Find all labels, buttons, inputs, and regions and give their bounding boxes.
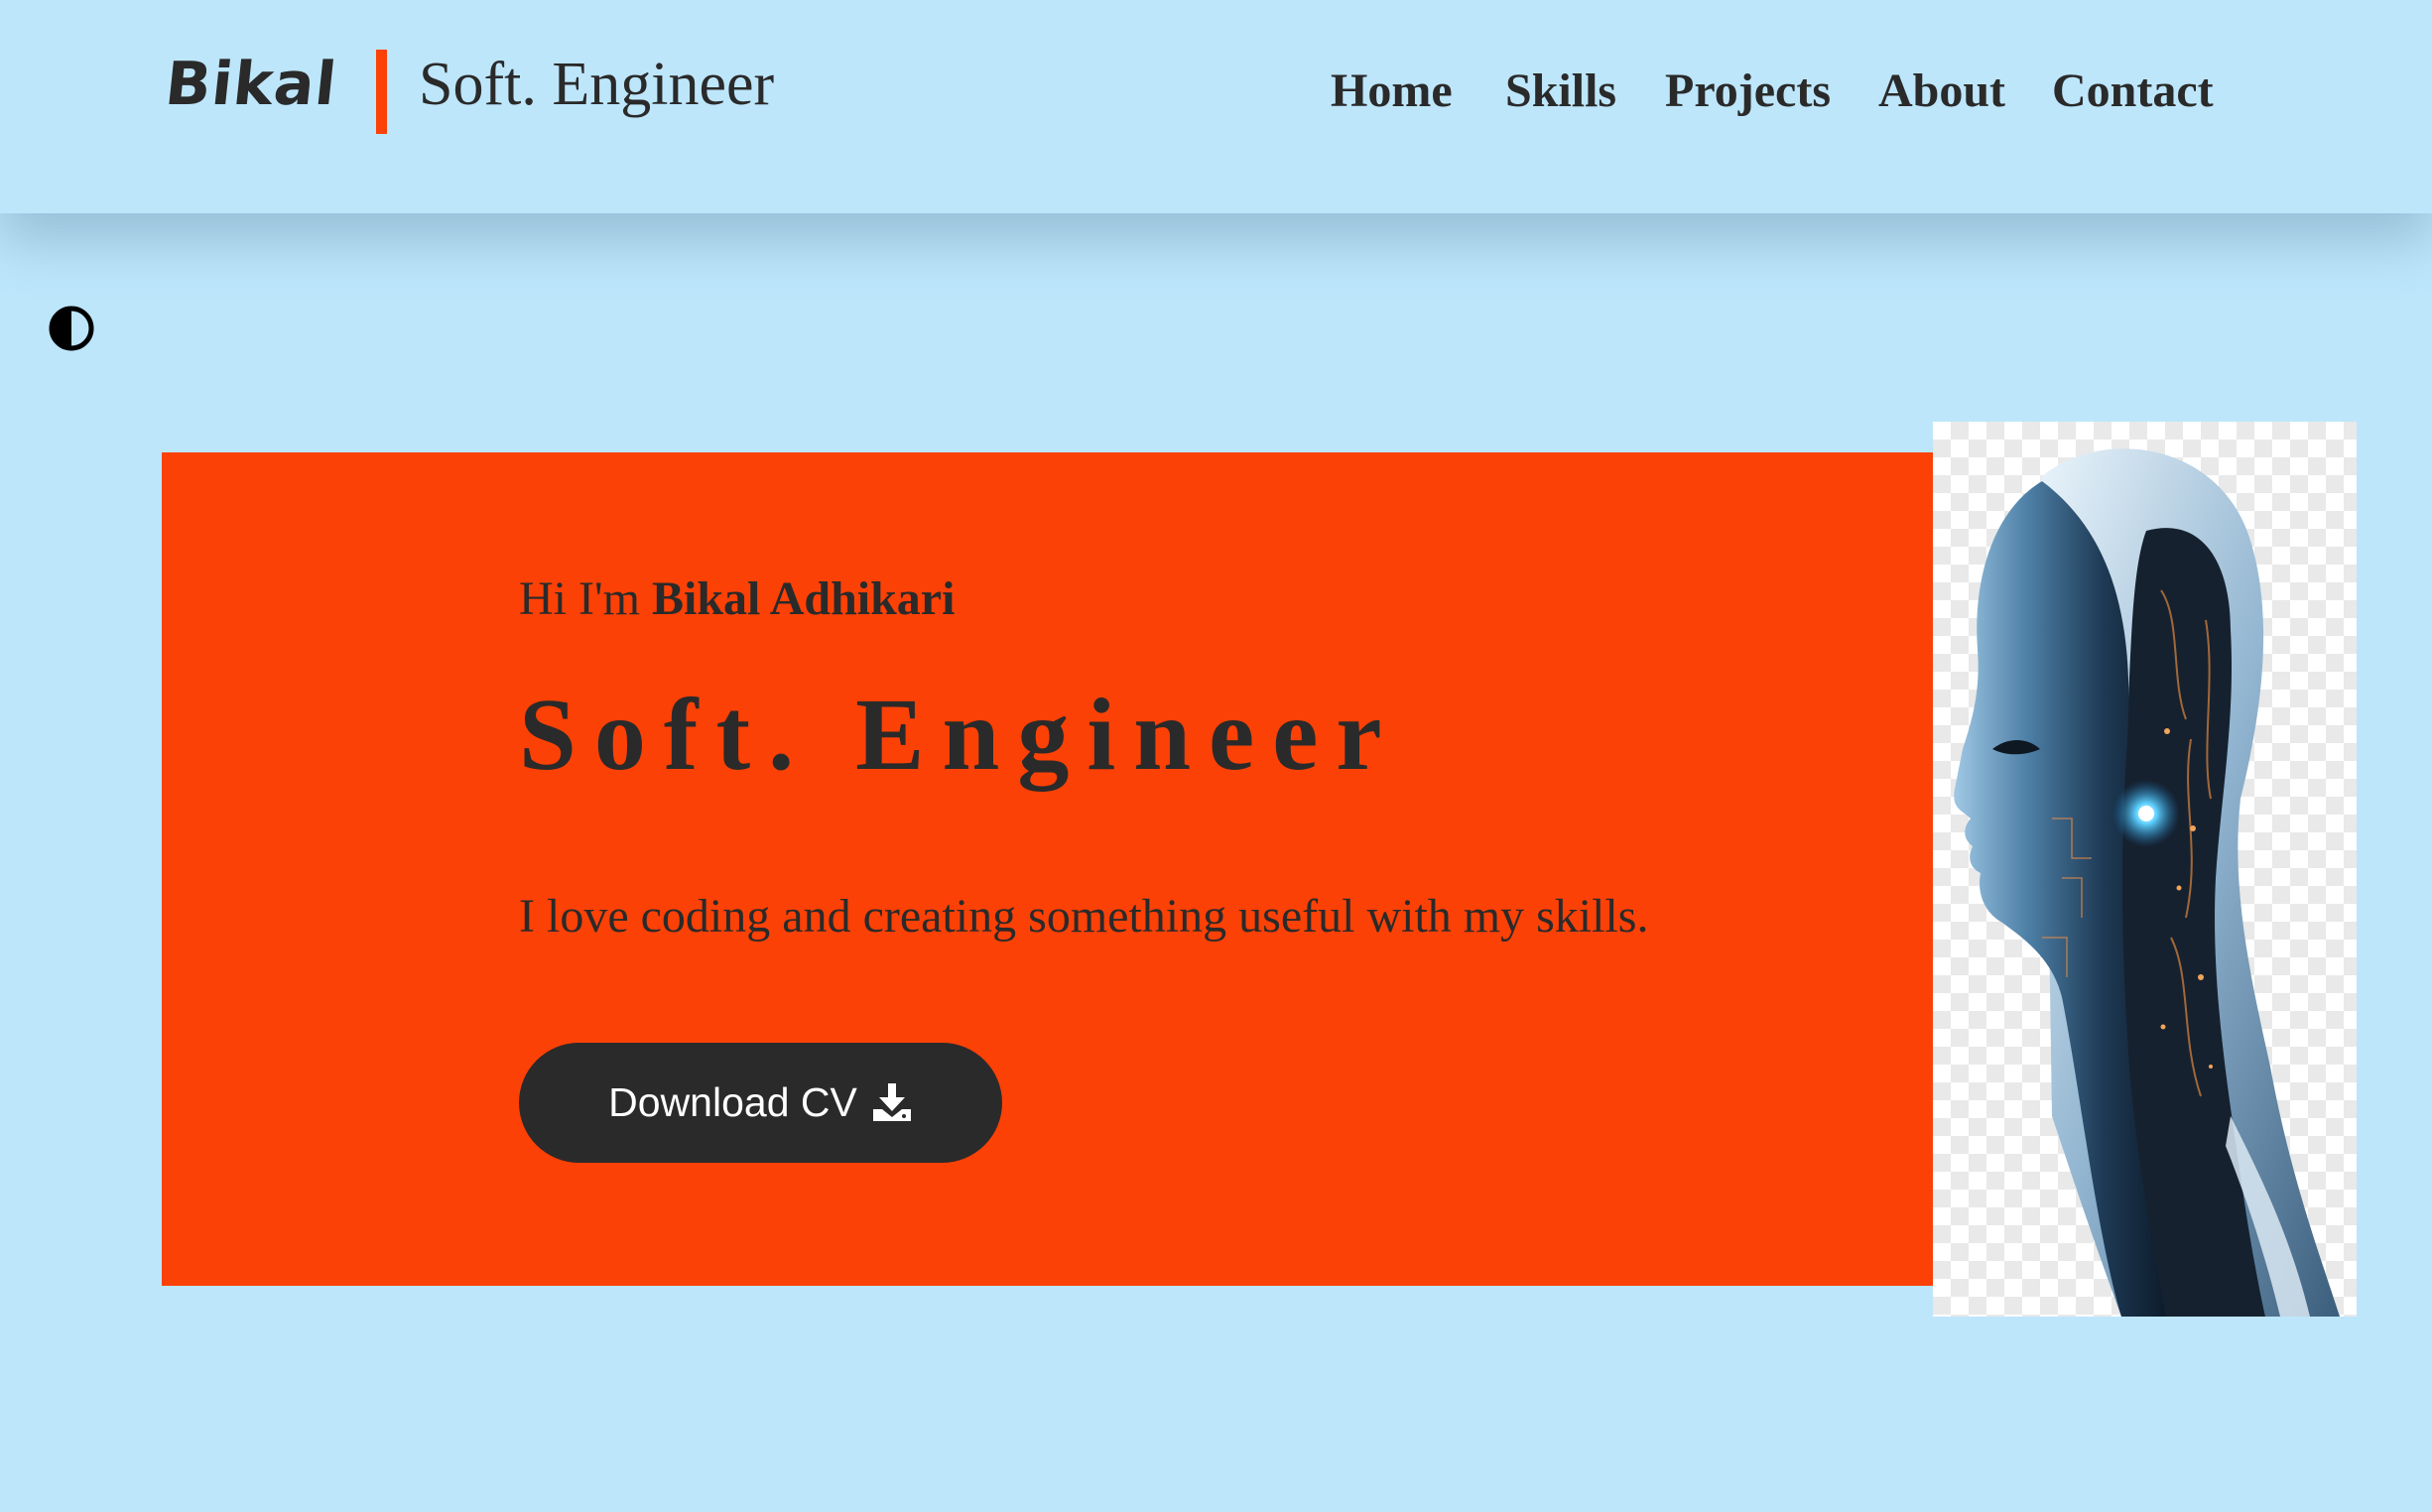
logo-divider (376, 50, 387, 134)
greeting-prefix: Hi I'm (519, 572, 652, 625)
hero-title: Soft. Engineer (519, 678, 1400, 792)
download-icon (871, 1082, 913, 1123)
nav-contact[interactable]: Contact (2052, 63, 2214, 118)
site-header: Bikal Soft. Engineer Home Skills Project… (0, 0, 2432, 213)
nav-about[interactable]: About (1878, 63, 2005, 118)
nav-home[interactable]: Home (1331, 63, 1453, 118)
robot-head-image (1933, 422, 2357, 1317)
robot-head-illustration (1954, 448, 2340, 1317)
hero-tagline: I love coding and creating something use… (519, 890, 1649, 943)
download-cv-label: Download CV (608, 1079, 857, 1125)
nav-skills[interactable]: Skills (1505, 63, 1616, 118)
brand-subtitle: Soft. Engineer (419, 51, 775, 118)
contrast-icon (49, 306, 94, 351)
hero-name: Bikal Adhikari (651, 572, 956, 625)
download-cv-button[interactable]: Download CV (519, 1043, 1002, 1163)
hero-greeting: Hi I'm Bikal Adhikari (519, 571, 955, 626)
nav-projects[interactable]: Projects (1665, 63, 1831, 118)
site-logo[interactable]: Bikal (162, 50, 340, 119)
theme-toggle-button[interactable] (48, 305, 95, 352)
hero-section: Hi I'm Bikal Adhikari Soft. Engineer I l… (162, 452, 1933, 1286)
